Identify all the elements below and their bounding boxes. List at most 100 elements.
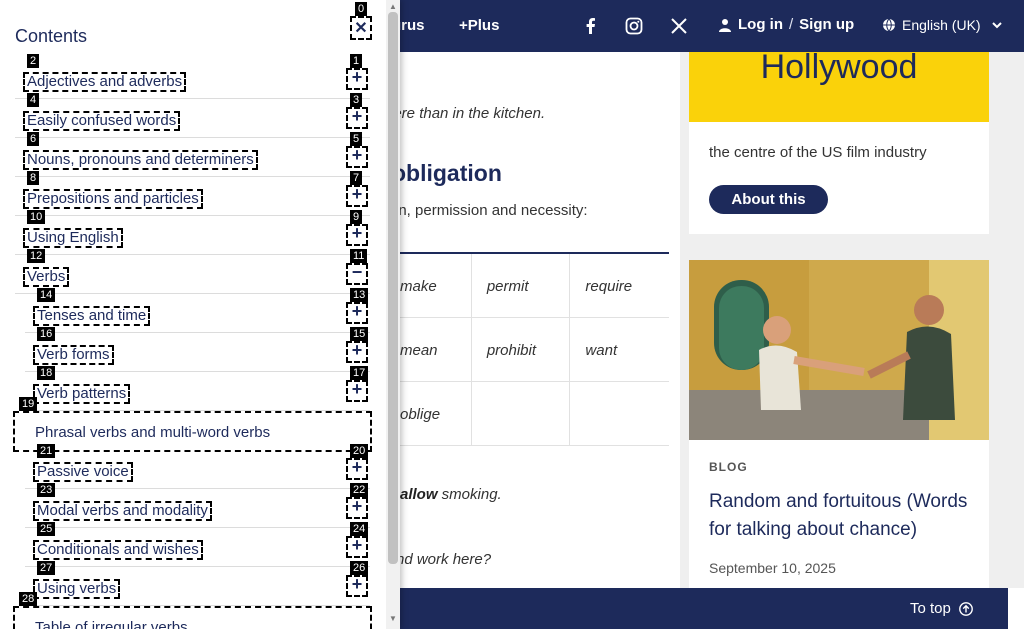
contents-link[interactable]: Verb forms bbox=[33, 345, 114, 365]
contents-link[interactable]: Conditionals and wishes bbox=[33, 540, 203, 560]
table-row: oblige bbox=[385, 382, 669, 446]
element-badge: 6 bbox=[27, 132, 40, 146]
login-separator: / bbox=[789, 16, 794, 33]
word-banner: Hollywood bbox=[689, 50, 989, 122]
facebook-icon[interactable] bbox=[581, 16, 601, 36]
blog-card[interactable]: BLOG Random and fortuitous (Words for ta… bbox=[689, 260, 989, 588]
language-selector[interactable]: English (UK) bbox=[882, 17, 1003, 33]
element-badge: 10 bbox=[27, 210, 46, 224]
element-badge: 21 bbox=[37, 444, 56, 458]
panel-scrollbar-thumb[interactable] bbox=[388, 12, 398, 564]
element-badge: 2 bbox=[27, 54, 40, 68]
nav-plus-link[interactable]: +Plus bbox=[459, 17, 499, 34]
list-item: 18 Verb patterns 17 + bbox=[25, 366, 370, 411]
contents-link[interactable]: Passive voice bbox=[33, 462, 133, 482]
contents-panel: Contents 0 ✕ 2 Adjectives and adverbs 1 … bbox=[0, 0, 400, 629]
section-heading: obligation bbox=[392, 160, 502, 186]
expand-button[interactable]: + bbox=[346, 341, 368, 363]
contents-link-irregular-verbs[interactable]: 28 Table of irregular verbs bbox=[13, 592, 372, 629]
list-item: 2 Adjectives and adverbs 1 + bbox=[15, 54, 370, 99]
contents-link[interactable]: Using English bbox=[23, 228, 123, 248]
element-badge: 27 bbox=[37, 561, 56, 575]
table-cell bbox=[570, 382, 669, 445]
verb-table: make permit require mean prohibit want o… bbox=[385, 252, 669, 446]
expand-button[interactable]: + bbox=[346, 575, 368, 597]
close-icon: ✕ bbox=[354, 20, 368, 37]
contents-link[interactable]: Verbs bbox=[23, 267, 70, 287]
blog-image[interactable] bbox=[689, 260, 989, 440]
expand-button[interactable]: + bbox=[346, 458, 368, 480]
globe-icon bbox=[883, 18, 895, 32]
scroll-up-arrow-icon[interactable]: ▲ bbox=[386, 2, 400, 12]
word-of-day-card: Hollywood the centre of the US film indu… bbox=[689, 50, 989, 234]
table-row: mean prohibit want bbox=[385, 318, 669, 382]
list-item: 23 Modal verbs and modality 22 + bbox=[25, 483, 370, 528]
blog-photo-icon bbox=[689, 260, 989, 440]
list-item: 25 Conditionals and wishes 24 + bbox=[25, 522, 370, 567]
element-badge: 28 bbox=[19, 592, 38, 606]
list-item: 12 Verbs 11 − bbox=[15, 249, 370, 294]
login-signup: Log in / Sign up bbox=[718, 16, 854, 33]
expand-button[interactable]: + bbox=[346, 380, 368, 402]
blog-tag: BLOG bbox=[709, 460, 748, 474]
collapse-button[interactable]: − bbox=[346, 263, 368, 285]
about-this-button[interactable]: About this bbox=[709, 185, 828, 214]
element-badge: 16 bbox=[37, 327, 56, 341]
element-badge: 9 bbox=[350, 210, 363, 224]
instagram-icon[interactable] bbox=[624, 16, 644, 36]
contents-link[interactable]: Easily confused words bbox=[23, 111, 181, 131]
list-item: 21 Passive voice 20 + bbox=[25, 444, 370, 489]
list-item: 14 Tenses and time 13 + bbox=[25, 288, 370, 333]
element-badge: 24 bbox=[350, 522, 369, 536]
contents-link[interactable]: Adjectives and adverbs bbox=[23, 72, 187, 92]
contents-link-label: Table of irregular verbs bbox=[35, 619, 188, 629]
word-of-day[interactable]: Hollywood bbox=[689, 50, 989, 84]
contents-link[interactable]: Tenses and time bbox=[33, 306, 151, 326]
example-sentence: allow smoking. bbox=[400, 486, 502, 503]
expand-button[interactable]: + bbox=[346, 302, 368, 324]
list-item: 27 Using verbs 26 + bbox=[25, 561, 370, 606]
contents-link[interactable]: Nouns, pronouns and determiners bbox=[23, 150, 258, 170]
x-twitter-icon[interactable] bbox=[669, 16, 689, 36]
expand-button[interactable]: + bbox=[346, 68, 368, 90]
contents-link[interactable]: Verb patterns bbox=[33, 384, 131, 404]
blog-title-link[interactable]: Random and fortuitous (Words for talking… bbox=[709, 488, 974, 544]
to-top-button[interactable]: To top bbox=[910, 600, 973, 617]
list-item: 16 Verb forms 15 + bbox=[25, 327, 370, 372]
element-badge: 3 bbox=[350, 93, 363, 107]
list-item: 10 Using English 9 + bbox=[15, 210, 370, 255]
table-cell: permit bbox=[472, 254, 571, 317]
arrow-up-circle-icon bbox=[958, 601, 973, 616]
contents-link[interactable]: Using verbs bbox=[33, 579, 121, 599]
language-label: English (UK) bbox=[902, 17, 981, 33]
expand-button[interactable]: + bbox=[346, 185, 368, 207]
login-link[interactable]: Log in bbox=[738, 16, 783, 33]
blog-date: September 10, 2025 bbox=[709, 560, 836, 576]
element-badge: 23 bbox=[37, 483, 56, 497]
element-badge: 5 bbox=[350, 132, 363, 146]
contents-title: Contents bbox=[15, 26, 88, 46]
table-cell: prohibit bbox=[472, 318, 571, 381]
element-badge: 13 bbox=[350, 288, 369, 302]
table-row: make permit require bbox=[385, 254, 669, 318]
contents-link[interactable]: Modal verbs and modality bbox=[33, 501, 212, 521]
expand-button[interactable]: + bbox=[346, 107, 368, 129]
element-badge: 26 bbox=[350, 561, 369, 575]
element-badge: 7 bbox=[350, 171, 363, 185]
list-item: 4 Easily confused words 3 + bbox=[15, 93, 370, 138]
element-badge: 12 bbox=[27, 249, 46, 263]
element-badge: 14 bbox=[37, 288, 56, 302]
example-sentence: here than in the kitchen. bbox=[385, 105, 546, 122]
close-button[interactable]: ✕ bbox=[350, 16, 372, 40]
table-cell bbox=[472, 382, 571, 445]
expand-button[interactable]: + bbox=[346, 146, 368, 168]
example-keyword: allow bbox=[400, 486, 438, 503]
expand-button[interactable]: + bbox=[346, 536, 368, 558]
expand-button[interactable]: + bbox=[346, 497, 368, 519]
expand-button[interactable]: + bbox=[346, 224, 368, 246]
signup-link[interactable]: Sign up bbox=[799, 16, 854, 33]
contents-link-phrasal-verbs[interactable]: 19 Phrasal verbs and multi-word verbs bbox=[13, 397, 372, 452]
element-badge: 19 bbox=[19, 397, 38, 411]
scroll-down-arrow-icon[interactable]: ▼ bbox=[386, 614, 400, 626]
contents-link[interactable]: Prepositions and particles bbox=[23, 189, 203, 209]
